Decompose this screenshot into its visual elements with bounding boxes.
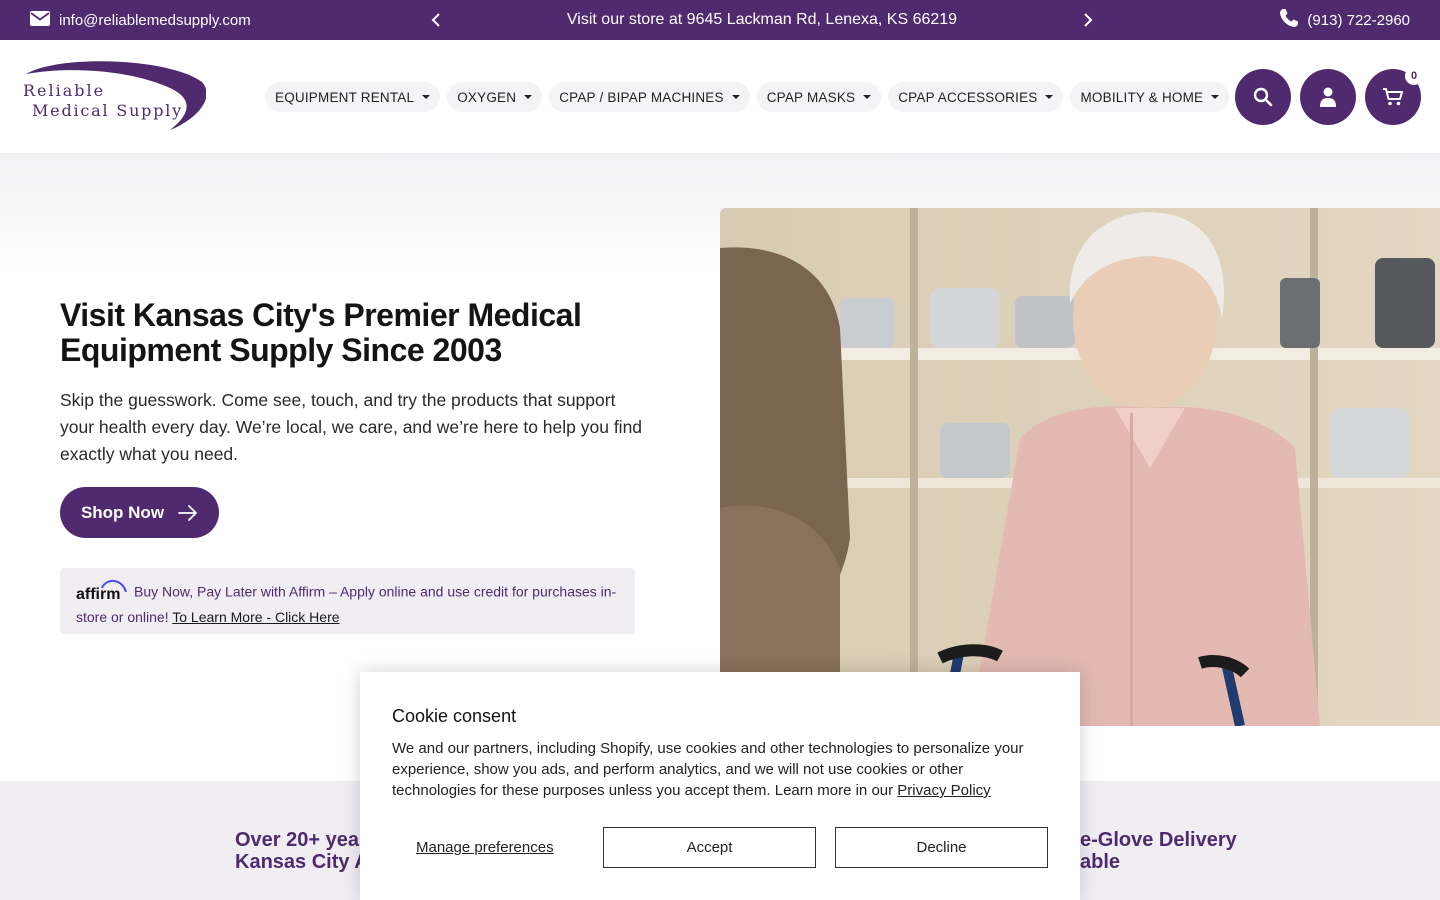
affirm-learn-more-link[interactable]: To Learn More - Click Here	[172, 609, 339, 625]
search-icon	[1253, 87, 1273, 107]
affirm-logo: affirm	[76, 579, 128, 607]
cart-count-badge: 0	[1405, 67, 1423, 85]
privacy-policy-link[interactable]: Privacy Policy	[897, 782, 990, 799]
logo-line2: Medical Supply	[32, 101, 183, 120]
manage-preferences-link[interactable]: Manage preferences	[416, 827, 554, 868]
arrow-right-icon	[178, 504, 197, 521]
chevron-left-icon	[431, 13, 440, 27]
next-announcement-button[interactable]	[1072, 0, 1104, 40]
phone-link[interactable]: (913) 722-2960	[1279, 0, 1410, 40]
hero-image	[720, 208, 1440, 726]
main-nav: EQUIPMENT RENTAL OXYGEN CPAP / BIPAP MAC…	[265, 82, 1230, 112]
cookie-title: Cookie consent	[392, 706, 517, 726]
cookie-consent-dialog: Cookie consent We and our partners, incl…	[360, 672, 1080, 900]
account-button[interactable]	[1300, 69, 1356, 125]
caret-down-icon	[524, 95, 533, 99]
accept-button[interactable]: Accept	[603, 827, 816, 868]
caret-down-icon	[422, 95, 431, 99]
nav-equipment-rental[interactable]: EQUIPMENT RENTAL	[265, 82, 441, 112]
email-text: info@reliablemedsupply.com	[59, 11, 251, 29]
phone-text: (913) 722-2960	[1307, 11, 1410, 29]
feature-delivery: e-Glove Delivery able	[1080, 829, 1237, 873]
user-icon	[1320, 87, 1336, 107]
shop-now-button[interactable]: Shop Now	[60, 487, 219, 538]
chevron-right-icon	[1084, 13, 1093, 27]
nav-cpap-bipap-machines[interactable]: CPAP / BIPAP MACHINES	[549, 82, 750, 112]
email-link[interactable]: info@reliablemedsupply.com	[30, 0, 251, 40]
feature-experience: Over 20+ yea Kansas City A	[235, 829, 369, 873]
cookie-body: We and our partners, including Shopify, …	[392, 738, 1048, 801]
site-logo[interactable]: Reliable Medical Supply	[20, 60, 207, 132]
announcement-bar: info@reliablemedsupply.com Visit our sto…	[0, 0, 1440, 40]
nav-cpap-accessories[interactable]: CPAP ACCESSORIES	[888, 82, 1064, 112]
svg-text:affirm: affirm	[76, 586, 120, 601]
hero-description: Skip the guesswork. Come see, touch, and…	[60, 390, 643, 464]
feature-experience-line2: Kansas City A	[235, 851, 369, 873]
affirm-text: Buy Now, Pay Later with Affirm – Apply o…	[76, 583, 617, 625]
logo-line1: Reliable	[23, 81, 105, 100]
nav-mobility-home[interactable]: MOBILITY & HOME	[1070, 82, 1230, 112]
nav-oxygen[interactable]: OXYGEN	[447, 82, 543, 112]
search-button[interactable]	[1235, 69, 1291, 125]
cart-icon	[1383, 88, 1403, 106]
caret-down-icon	[1211, 95, 1220, 99]
announcement-carousel: Visit our store at 9645 Lackman Rd, Lene…	[420, 0, 1104, 40]
nav-label: CPAP / BIPAP MACHINES	[559, 89, 724, 105]
previous-announcement-button[interactable]	[420, 0, 452, 40]
nav-label: CPAP MASKS	[766, 89, 856, 105]
nav-cpap-masks[interactable]: CPAP MASKS	[756, 82, 882, 112]
feature-delivery-line1: e-Glove Delivery	[1080, 829, 1237, 851]
feature-delivery-line2: able	[1080, 851, 1121, 873]
cart-button[interactable]: 0	[1365, 67, 1423, 125]
site-header: Reliable Medical Supply EQUIPMENT RENTAL…	[0, 40, 1440, 153]
caret-down-icon	[731, 95, 740, 99]
feature-experience-line1: Over 20+ yea	[235, 829, 359, 851]
shop-now-label: Shop Now	[80, 502, 165, 522]
nav-label: OXYGEN	[457, 89, 517, 105]
announcement-text: Visit our store at 9645 Lackman Rd, Lene…	[566, 11, 958, 28]
nav-label: MOBILITY & HOME	[1080, 89, 1204, 105]
caret-down-icon	[1045, 95, 1054, 99]
decline-button[interactable]: Decline	[835, 827, 1048, 868]
cookie-actions: Manage preferences Accept Decline	[392, 827, 1048, 868]
nav-label: CPAP ACCESSORIES	[898, 89, 1038, 105]
caret-down-icon	[863, 95, 872, 99]
nav-label: EQUIPMENT RENTAL	[275, 89, 415, 105]
hero-title: Visit Kansas City's Premier Medical Equi…	[60, 297, 582, 368]
affirm-banner: affirm Buy Now, Pay Later with Affirm – …	[60, 568, 635, 634]
mail-icon	[30, 10, 50, 30]
phone-icon	[1279, 8, 1299, 32]
